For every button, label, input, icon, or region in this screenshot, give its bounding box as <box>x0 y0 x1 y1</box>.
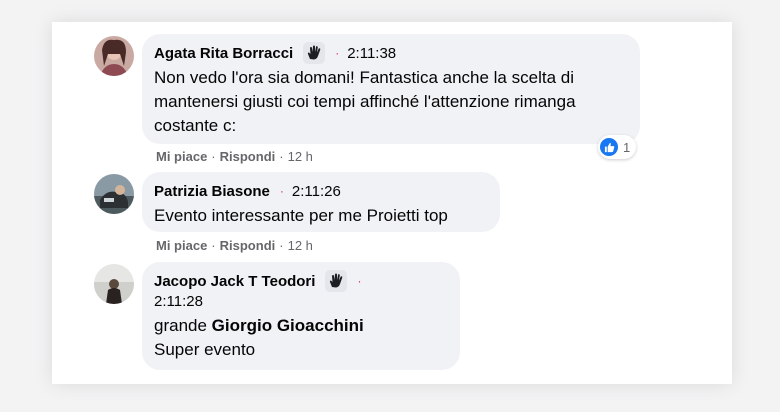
comment-author[interactable]: Agata Rita Borracci <box>154 45 293 62</box>
comment-time[interactable]: 2:11:28 <box>154 292 448 312</box>
comment-bubble: Jacopo Jack T Teodori · 2:11:28 grande G… <box>142 262 460 370</box>
comment-bubble: Patrizia Biasone · 2:11:26 Evento intere… <box>142 172 500 232</box>
wave-hand-icon <box>303 42 326 64</box>
avatar[interactable] <box>94 264 134 304</box>
comments-panel: Agata Rita Borracci · 2:11:38 Non vedo l… <box>52 22 732 384</box>
comment-time[interactable]: 2:11:26 <box>292 183 341 200</box>
comment-bubble: Agata Rita Borracci · 2:11:38 Non vedo l… <box>142 34 640 144</box>
separator-dot: · <box>335 46 340 60</box>
comment-age[interactable]: 12 h <box>288 149 313 164</box>
avatar[interactable] <box>94 36 134 76</box>
separator-dot: · <box>279 238 284 253</box>
comment-text: Evento interessante per me Proietti top <box>154 206 448 225</box>
reaction-count: 1 <box>623 139 631 155</box>
comment-text-line: Super evento <box>154 340 256 359</box>
reply-link[interactable]: Rispondi <box>220 238 276 253</box>
comment-text: Non vedo l'ora sia domani! Fantastica an… <box>154 68 576 135</box>
comment-actions: Mi piace · Rispondi · 12 h <box>156 238 313 253</box>
comment-time[interactable]: 2:11:38 <box>347 45 396 62</box>
mention-link[interactable]: Giorgio Gioacchini <box>212 316 364 335</box>
separator-dot: · <box>357 274 362 288</box>
like-link[interactable]: Mi piace <box>156 238 207 253</box>
like-link[interactable]: Mi piace <box>156 149 207 164</box>
separator-dot: · <box>279 184 284 198</box>
reaction-count-badge[interactable]: 1 <box>598 135 637 159</box>
comment-author[interactable]: Jacopo Jack T Teodori <box>154 273 315 290</box>
reply-link[interactable]: Rispondi <box>220 149 276 164</box>
like-reaction-icon <box>600 138 618 156</box>
comment-age[interactable]: 12 h <box>288 238 313 253</box>
wave-hand-icon <box>325 270 348 292</box>
comment-text-start: grande <box>154 316 212 335</box>
separator-dot: · <box>211 149 216 164</box>
comment-actions: Mi piace · Rispondi · 12 h <box>156 149 313 164</box>
separator-dot: · <box>279 149 284 164</box>
comment-author[interactable]: Patrizia Biasone <box>154 183 270 200</box>
separator-dot: · <box>211 238 216 253</box>
avatar[interactable] <box>94 174 134 214</box>
comment-text: grande Giorgio Gioacchini <box>154 314 448 338</box>
